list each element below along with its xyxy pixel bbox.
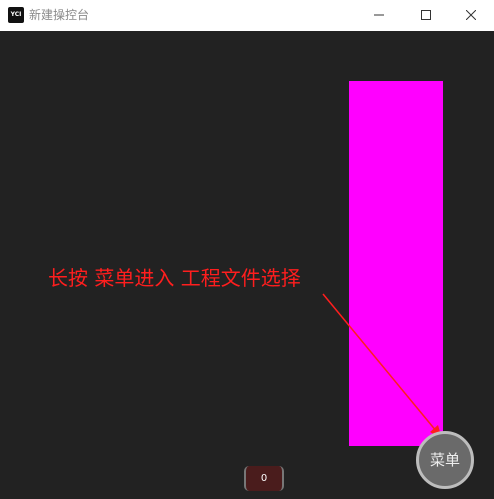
- app-window: YCI 新建操控台 长按 菜单进入 工程文件选择 0 菜单: [0, 0, 494, 499]
- minimize-icon: [374, 14, 384, 16]
- window-title: 新建操控台: [29, 8, 90, 22]
- minimize-button[interactable]: [356, 0, 402, 31]
- counter-badge[interactable]: 0: [244, 466, 284, 491]
- magenta-widget[interactable]: [349, 81, 443, 446]
- close-icon: [466, 10, 476, 20]
- close-button[interactable]: [448, 0, 494, 31]
- maximize-button[interactable]: [403, 0, 449, 31]
- app-logo-icon: YCI: [8, 7, 24, 23]
- instruction-text: 长按 菜单进入 工程文件选择: [48, 266, 301, 290]
- maximize-icon: [421, 10, 431, 20]
- menu-button[interactable]: 菜单: [416, 431, 474, 489]
- title-bar: YCI 新建操控台: [0, 0, 494, 31]
